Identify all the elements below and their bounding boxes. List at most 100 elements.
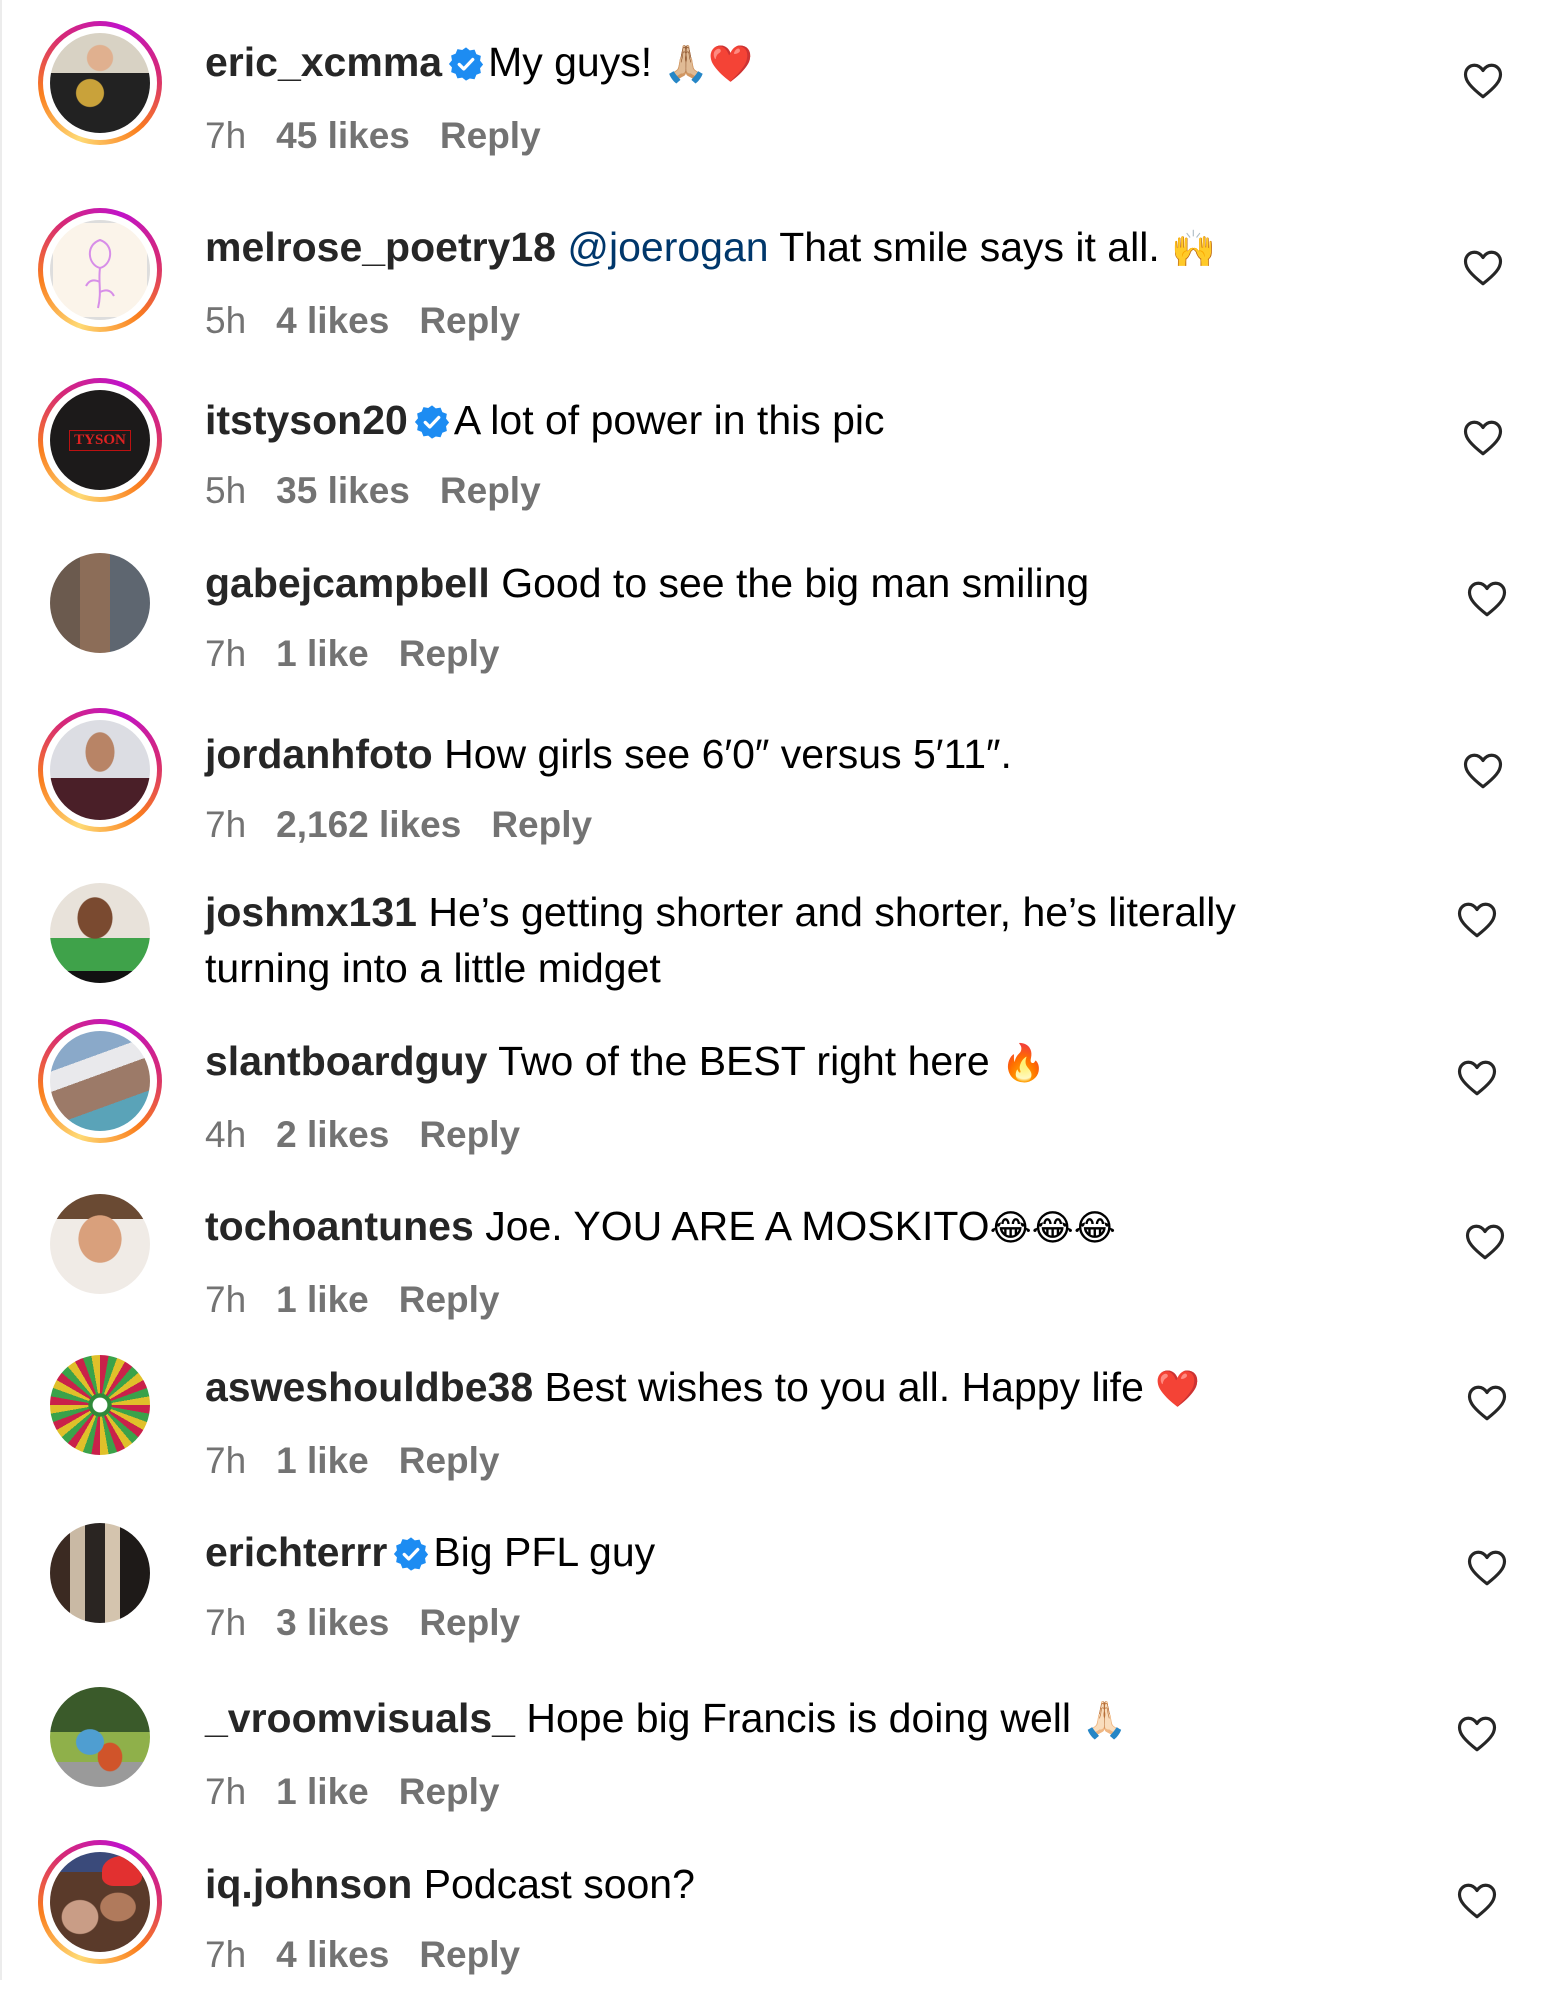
comment-likes[interactable]: 1 like: [276, 1440, 369, 1481]
avatar-photo: TYSON: [50, 390, 150, 490]
comment-username[interactable]: melrose_poetry18: [205, 224, 556, 270]
heart-outline-icon[interactable]: [1466, 1548, 1508, 1588]
comment-emoji: ❤️: [1155, 1369, 1201, 1410]
comment-meta: 5h 35 likes Reply: [205, 470, 1355, 512]
comment-text: Best wishes to you all. Happy life: [544, 1364, 1156, 1410]
heart-outline-icon[interactable]: [1456, 1714, 1498, 1754]
avatar[interactable]: [38, 708, 162, 832]
comment-text: That smile says it all.: [768, 224, 1172, 270]
avatar-photo: [50, 1194, 150, 1294]
heart-outline-icon[interactable]: [1456, 1058, 1498, 1098]
comment-likes[interactable]: 1 like: [276, 1279, 369, 1320]
comment-time: 5h: [205, 300, 247, 341]
comment-text: Joe. YOU ARE A MOSKITO: [485, 1203, 990, 1249]
reply-button[interactable]: Reply: [440, 470, 541, 511]
comment-username[interactable]: tochoantunes: [205, 1203, 474, 1249]
heart-outline-icon[interactable]: [1466, 1383, 1508, 1423]
reply-button[interactable]: Reply: [399, 1279, 500, 1320]
comment-meta: 7h 2,162 likes Reply: [205, 804, 1355, 846]
comment-text: Two of the BEST right here: [498, 1038, 1002, 1084]
heart-outline-icon[interactable]: [1462, 61, 1504, 101]
panel-left-border: [0, 0, 2, 1980]
heart-outline-icon[interactable]: [1456, 900, 1498, 940]
comment-meta: 7h 4 likes Reply: [205, 1934, 1355, 1976]
heart-outline-icon[interactable]: [1464, 1222, 1506, 1262]
comment-text: Good to see the big man smiling: [501, 560, 1090, 606]
comment-meta: 7h 1 like Reply: [205, 1771, 1355, 1813]
avatar[interactable]: [38, 1675, 162, 1799]
comment-username[interactable]: slantboardguy: [205, 1038, 487, 1084]
comment-meta: 7h 1 like Reply: [205, 633, 1355, 675]
avatar[interactable]: [38, 1182, 162, 1306]
comment-emoji: 🙌: [1171, 229, 1216, 270]
avatar[interactable]: [38, 871, 162, 995]
comment-likes[interactable]: 1 like: [276, 633, 369, 674]
comment-username[interactable]: eric_xcmma: [205, 39, 442, 85]
avatar[interactable]: [38, 1840, 162, 1964]
comment-likes[interactable]: 2,162 likes: [276, 804, 461, 845]
comment-likes[interactable]: 1 like: [276, 1771, 369, 1812]
comment-text: Hope big Francis is doing well: [526, 1695, 1083, 1741]
comment-time: 7h: [205, 1771, 247, 1812]
comment-time: 5h: [205, 470, 247, 511]
comment-time: 7h: [205, 633, 247, 674]
comment-username[interactable]: iq.johnson: [205, 1861, 412, 1907]
comment-meta: 7h 1 like Reply: [205, 1440, 1355, 1482]
avatar[interactable]: [38, 541, 162, 665]
avatar-photo: [50, 33, 150, 133]
reply-button[interactable]: Reply: [399, 1440, 500, 1481]
comment-likes[interactable]: 4 likes: [276, 300, 389, 341]
comment-text: My guys!: [488, 39, 664, 85]
avatar[interactable]: [38, 1343, 162, 1467]
comment-text: How girls see 6′0″ versus 5′11″.: [444, 731, 1012, 777]
reply-button[interactable]: Reply: [419, 1934, 520, 1975]
comment-username[interactable]: gabejcampbell: [205, 560, 490, 606]
heart-outline-icon[interactable]: [1462, 418, 1504, 458]
avatar-logo-text: TYSON: [69, 429, 131, 451]
mention-link[interactable]: @joerogan: [567, 224, 768, 270]
comment-likes[interactable]: 35 likes: [276, 470, 410, 511]
avatar[interactable]: TYSON: [38, 378, 162, 502]
avatar-photo: [50, 1031, 150, 1131]
comment-likes[interactable]: 2 likes: [276, 1114, 389, 1155]
comment-text: Big PFL guy: [433, 1529, 656, 1575]
comment-username[interactable]: itstyson20: [205, 397, 408, 443]
comment-time: 7h: [205, 1934, 247, 1975]
comment-emoji: 🙏🏼❤️: [663, 44, 754, 85]
avatar-photo: [50, 1523, 150, 1623]
comment-time: 7h: [205, 1279, 247, 1320]
comment-meta: 7h 1 like Reply: [205, 1279, 1355, 1321]
reply-button[interactable]: Reply: [419, 300, 520, 341]
comment-username[interactable]: asweshouldbe38: [205, 1364, 533, 1410]
comment-time: 7h: [205, 115, 247, 156]
reply-button[interactable]: Reply: [399, 633, 500, 674]
comment-likes[interactable]: 3 likes: [276, 1602, 389, 1643]
reply-button[interactable]: Reply: [491, 804, 592, 845]
heart-outline-icon[interactable]: [1456, 1881, 1498, 1921]
avatar-photo: [50, 1355, 150, 1455]
reply-button[interactable]: Reply: [419, 1114, 520, 1155]
reply-button[interactable]: Reply: [440, 115, 541, 156]
avatar-photo: [50, 220, 150, 320]
comment-username[interactable]: jordanhfoto: [205, 731, 433, 777]
avatar[interactable]: [38, 208, 162, 332]
reply-button[interactable]: Reply: [399, 1771, 500, 1812]
reply-button[interactable]: Reply: [419, 1602, 520, 1643]
comment-time: 4h: [205, 1114, 247, 1155]
comment-likes[interactable]: 45 likes: [276, 115, 410, 156]
avatar[interactable]: [38, 21, 162, 145]
heart-outline-icon[interactable]: [1462, 248, 1504, 288]
verified-badge-icon: [393, 1536, 429, 1572]
avatar[interactable]: [38, 1019, 162, 1143]
comment-username[interactable]: _vroomvisuals_: [205, 1695, 515, 1741]
avatar-photo: [50, 720, 150, 820]
comment-meta: 7h 45 likes Reply: [205, 115, 1355, 157]
heart-outline-icon[interactable]: [1466, 579, 1508, 619]
heart-outline-icon[interactable]: [1462, 751, 1504, 791]
comment-meta: 5h 4 likes Reply: [205, 300, 1355, 342]
avatar[interactable]: [38, 1511, 162, 1635]
comment-likes[interactable]: 4 likes: [276, 1934, 389, 1975]
comment-username[interactable]: joshmx131: [205, 889, 417, 935]
comment-text: A lot of power in this pic: [453, 397, 885, 443]
comment-username[interactable]: erichterrr: [205, 1529, 387, 1575]
